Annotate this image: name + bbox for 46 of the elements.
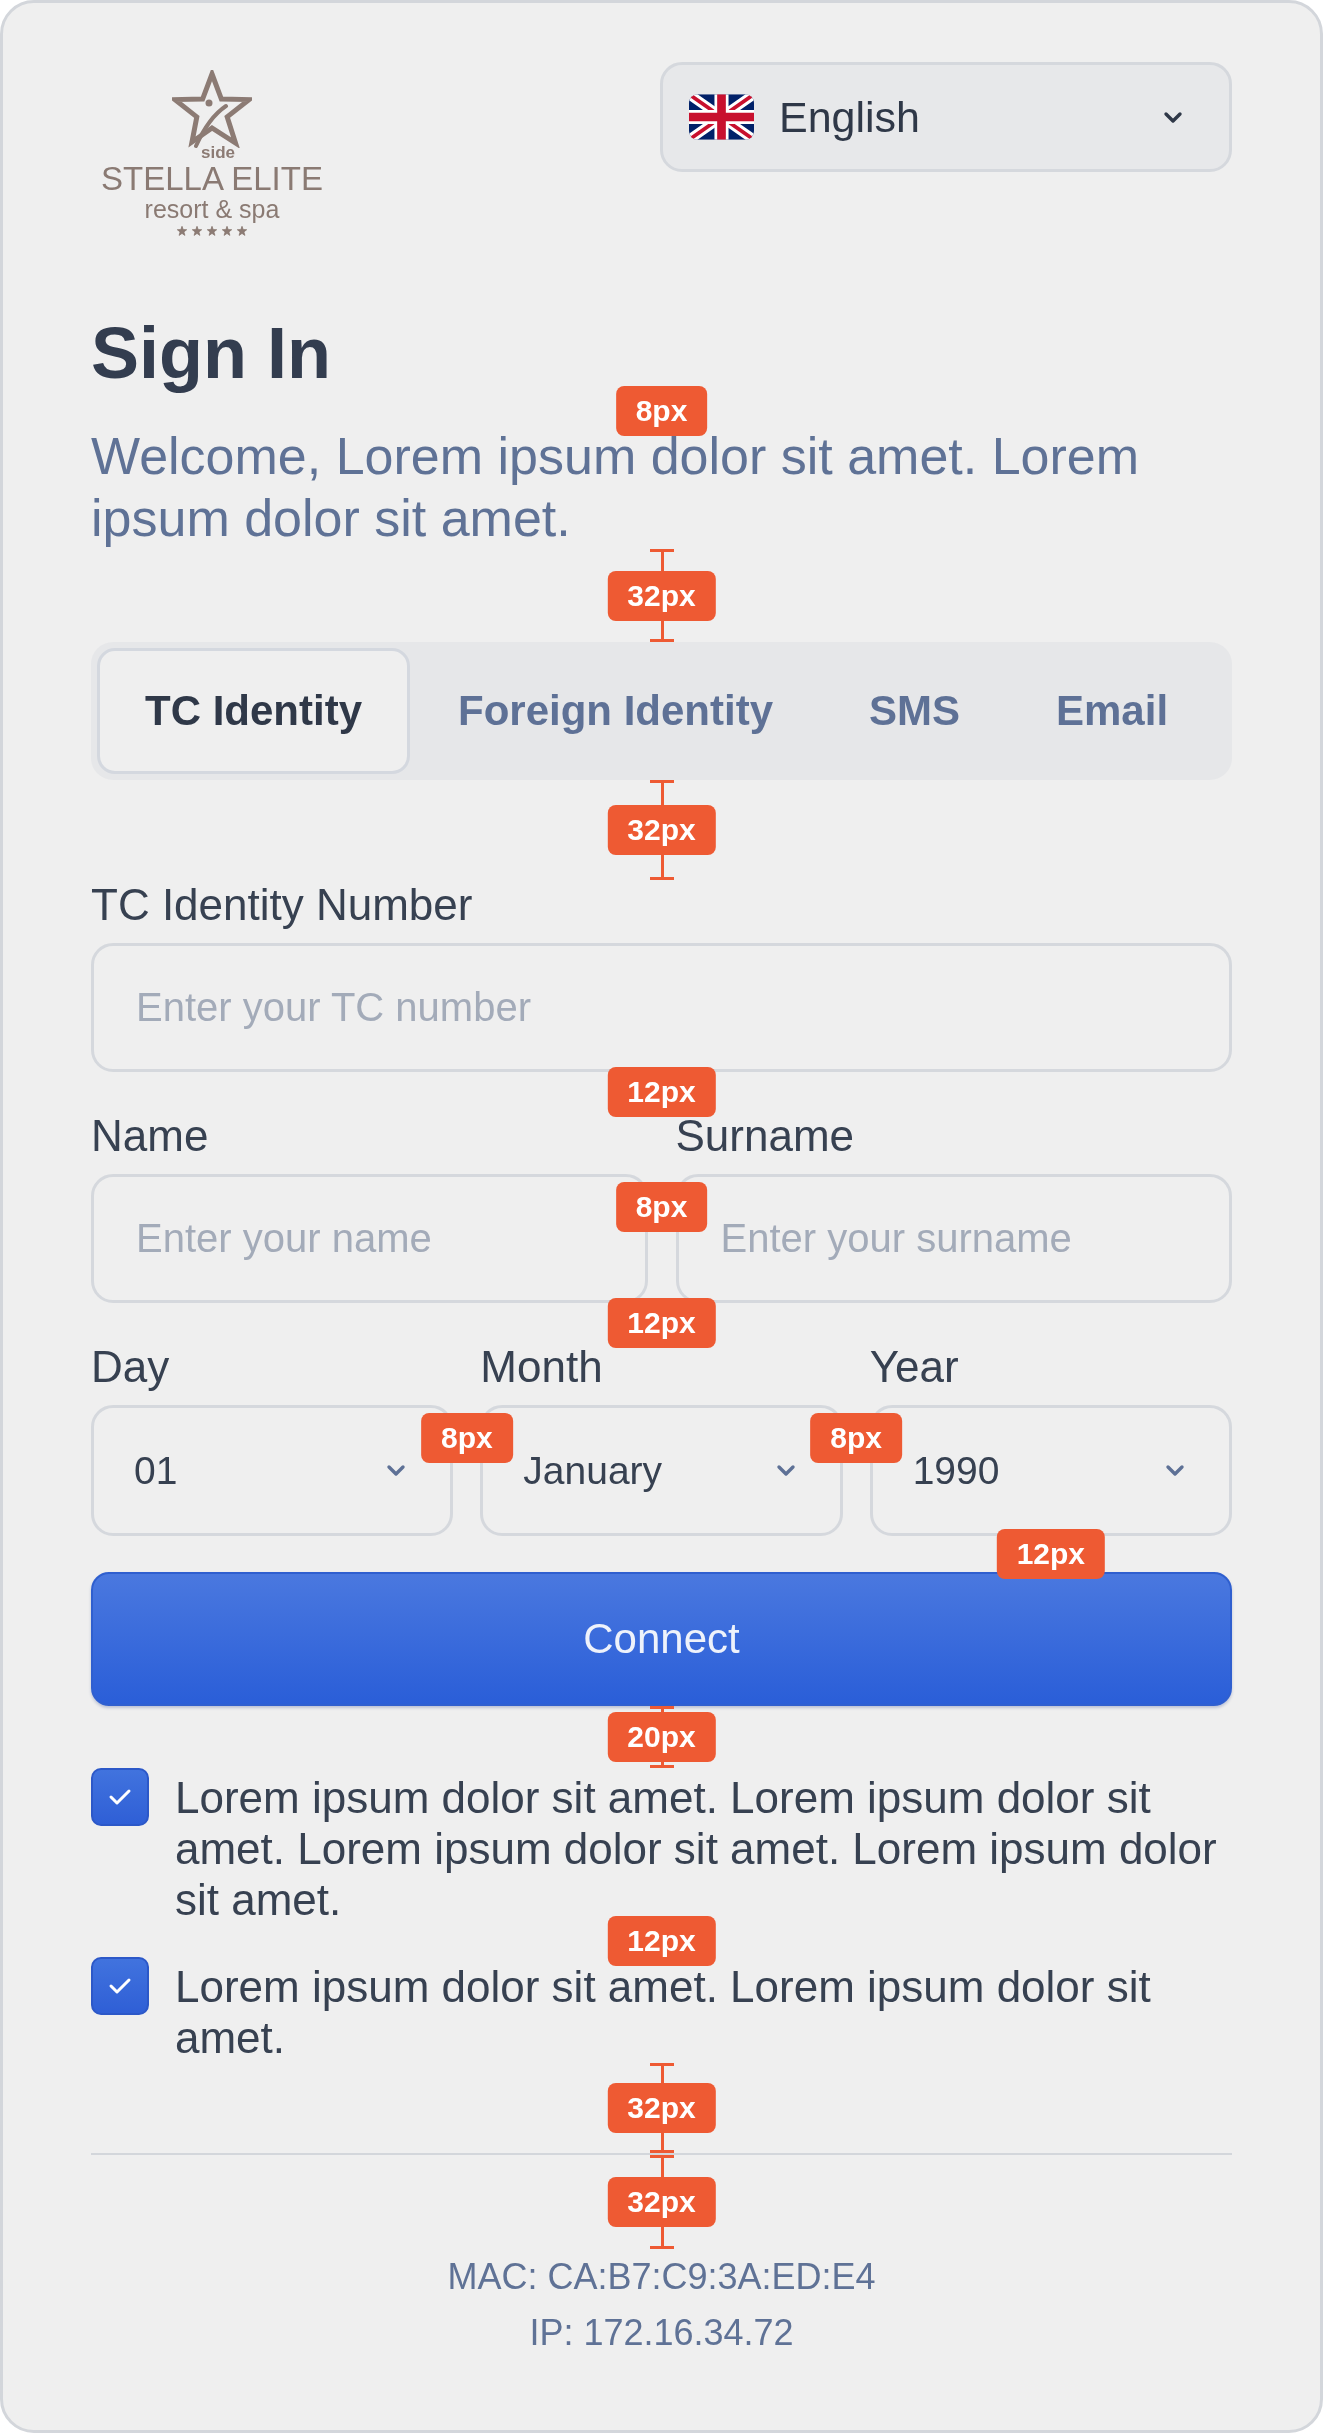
star-icon — [237, 226, 247, 236]
spacing-label: 20px — [607, 1712, 716, 1762]
field-label: TC Identity Number — [91, 880, 474, 930]
page-title: Sign In — [91, 312, 332, 395]
spacing-label: 12px — [607, 1297, 716, 1348]
checkbox[interactable] — [91, 1957, 149, 2015]
chevron-down-icon — [386, 1464, 407, 1477]
field-label: Year — [869, 1342, 960, 1392]
tab[interactable]: Foreign Identity — [410, 648, 821, 774]
chevron-down-icon — [775, 1464, 796, 1477]
language-select[interactable]: English — [660, 62, 1232, 172]
star-icon — [177, 226, 187, 236]
spacing-label: 8px — [615, 385, 708, 436]
checkbox[interactable] — [91, 1768, 149, 1826]
logo-name: STELLA ELITE — [101, 162, 323, 196]
spacing-label: 32px — [607, 805, 716, 855]
tab[interactable]: Email — [1008, 648, 1217, 774]
logo-tagline: resort & spa — [144, 196, 280, 222]
spacing-label: 12px — [607, 1916, 716, 1966]
star-icon — [222, 226, 232, 236]
spacing-label: 32px — [607, 2083, 716, 2133]
spacing-label: 8px — [810, 1413, 902, 1463]
spacing-label: 32px — [607, 2177, 716, 2227]
device-info-text: MAC: CA:B7:C9:3A:ED:E4 — [446, 2255, 877, 2299]
text-input[interactable]: Enter your TC number — [91, 943, 1232, 1072]
spacing-label: 12px — [607, 1066, 716, 1117]
connect-button[interactable]: Connect — [91, 1572, 1232, 1706]
device-info-text: IP: 172.16.34.72 — [528, 2311, 795, 2355]
tab[interactable]: TC Identity — [97, 648, 410, 774]
check-icon — [107, 1976, 133, 1996]
logo-text: side — [201, 144, 235, 162]
star-icon — [192, 226, 202, 236]
uk-flag-icon — [689, 94, 754, 140]
field-label: Name — [91, 1111, 210, 1161]
spacing-label: 32px — [607, 570, 716, 621]
spacing-label: 8px — [615, 1182, 708, 1232]
star-logo-icon — [172, 70, 252, 148]
star-icon — [207, 226, 217, 236]
check-icon — [107, 1787, 133, 1807]
field-label: Month — [480, 1342, 604, 1392]
tab[interactable]: SMS — [821, 648, 1008, 774]
field-label: Day — [91, 1342, 171, 1392]
chevron-down-icon — [1163, 110, 1183, 124]
chevron-down-icon — [1165, 1464, 1185, 1477]
spacing-label: 8px — [421, 1413, 513, 1463]
spacing-label: 12px — [996, 1529, 1105, 1579]
